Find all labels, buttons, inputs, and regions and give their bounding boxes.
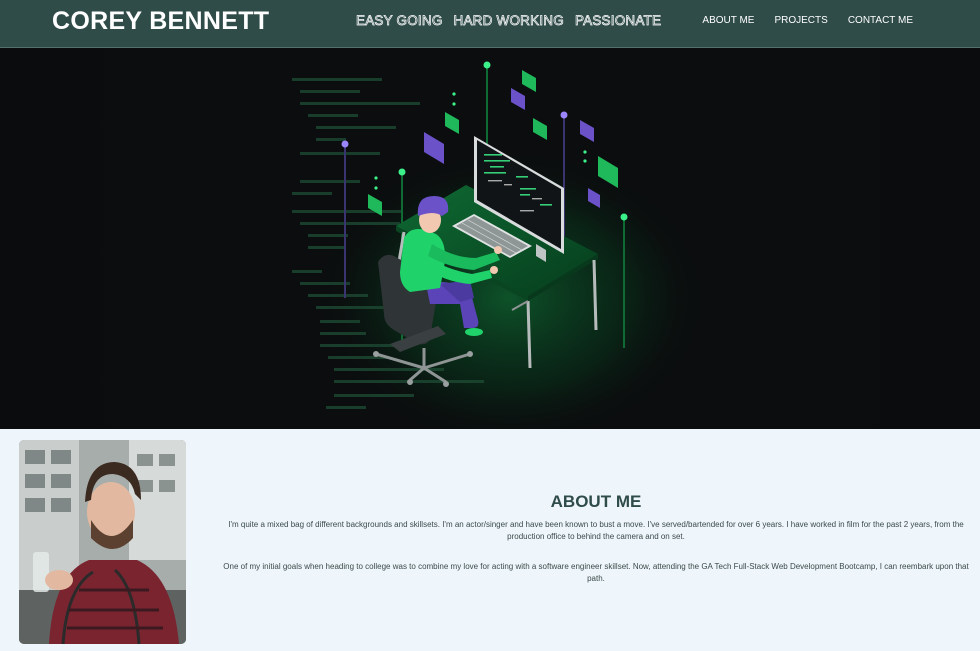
site-header: COREY BENNETT EASY GOING HARD WORKING PA… xyxy=(0,0,980,48)
profile-photo xyxy=(19,440,186,644)
about-section: ABOUT ME I'm quite a mixed bag of differ… xyxy=(0,429,980,651)
about-title: ABOUT ME xyxy=(550,492,642,511)
profile-photo-image xyxy=(19,440,186,644)
tagline-hard-working: HARD WORKING xyxy=(453,13,564,29)
hero-banner xyxy=(0,48,980,429)
tagline-passionate: PASSIONATE xyxy=(574,13,662,29)
nav-projects[interactable]: PROJECTS xyxy=(774,15,827,26)
hero-illustration xyxy=(0,48,980,429)
tagline-easy-going: EASY GOING xyxy=(356,13,443,29)
nav-about-me[interactable]: ABOUT ME xyxy=(702,15,754,26)
tagline: EASY GOING HARD WORKING PASSIONATE xyxy=(356,13,662,29)
nav-contact-me[interactable]: CONTACT ME xyxy=(848,15,913,26)
main-nav: ABOUT ME PROJECTS CONTACT ME xyxy=(702,15,913,26)
about-paragraph-1: I'm quite a mixed bag of different backg… xyxy=(228,520,964,541)
site-brand[interactable]: COREY BENNETT xyxy=(52,7,269,36)
about-paragraph-2: One of my initial goals when heading to … xyxy=(223,562,969,583)
